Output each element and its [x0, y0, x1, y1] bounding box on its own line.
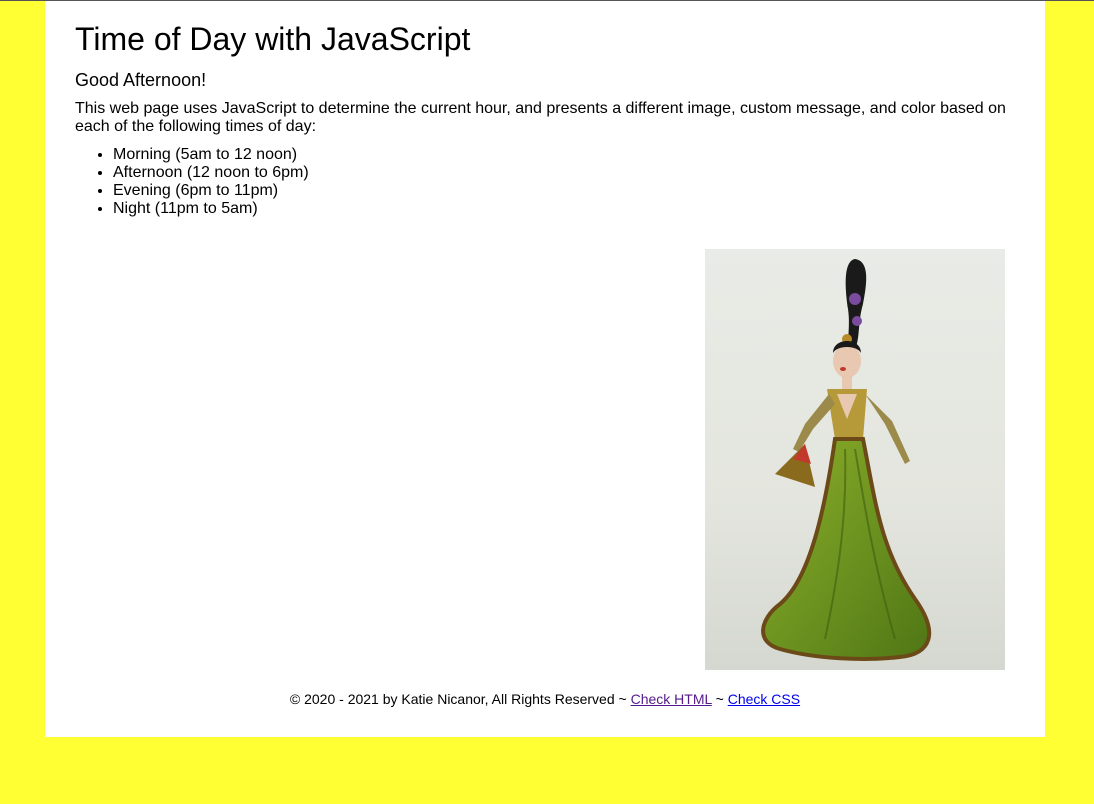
list-item-afternoon: Afternoon (12 noon to 6pm) [113, 164, 309, 182]
main-content: Time of Day with JavaScript Good Afterno… [45, 1, 1045, 737]
list-item-morning: Morning (5am to 12 noon) [113, 146, 309, 164]
greeting-message: Good Afternoon! [75, 70, 207, 90]
intro-paragraph: This web page uses JavaScript to determi… [75, 100, 1006, 135]
doll-illustration [761, 259, 932, 661]
time-of-day-image [705, 249, 1005, 670]
footer-separator: ~ [715, 691, 724, 707]
check-css-link[interactable]: Check CSS [728, 691, 800, 707]
check-html-link[interactable]: Check HTML [631, 691, 712, 707]
list-item-evening: Evening (6pm to 11pm) [113, 182, 309, 200]
list-item-night: Night (11pm to 5am) [113, 200, 309, 218]
times-of-day-list: Morning (5am to 12 noon) Afternoon (12 n… [75, 146, 309, 218]
footer: © 2020 - 2021 by Katie Nicanor, All Righ… [45, 690, 1045, 708]
copyright-text: © 2020 - 2021 by Katie Nicanor, All Righ… [289, 691, 627, 707]
page-title: Time of Day with JavaScript [75, 21, 471, 57]
